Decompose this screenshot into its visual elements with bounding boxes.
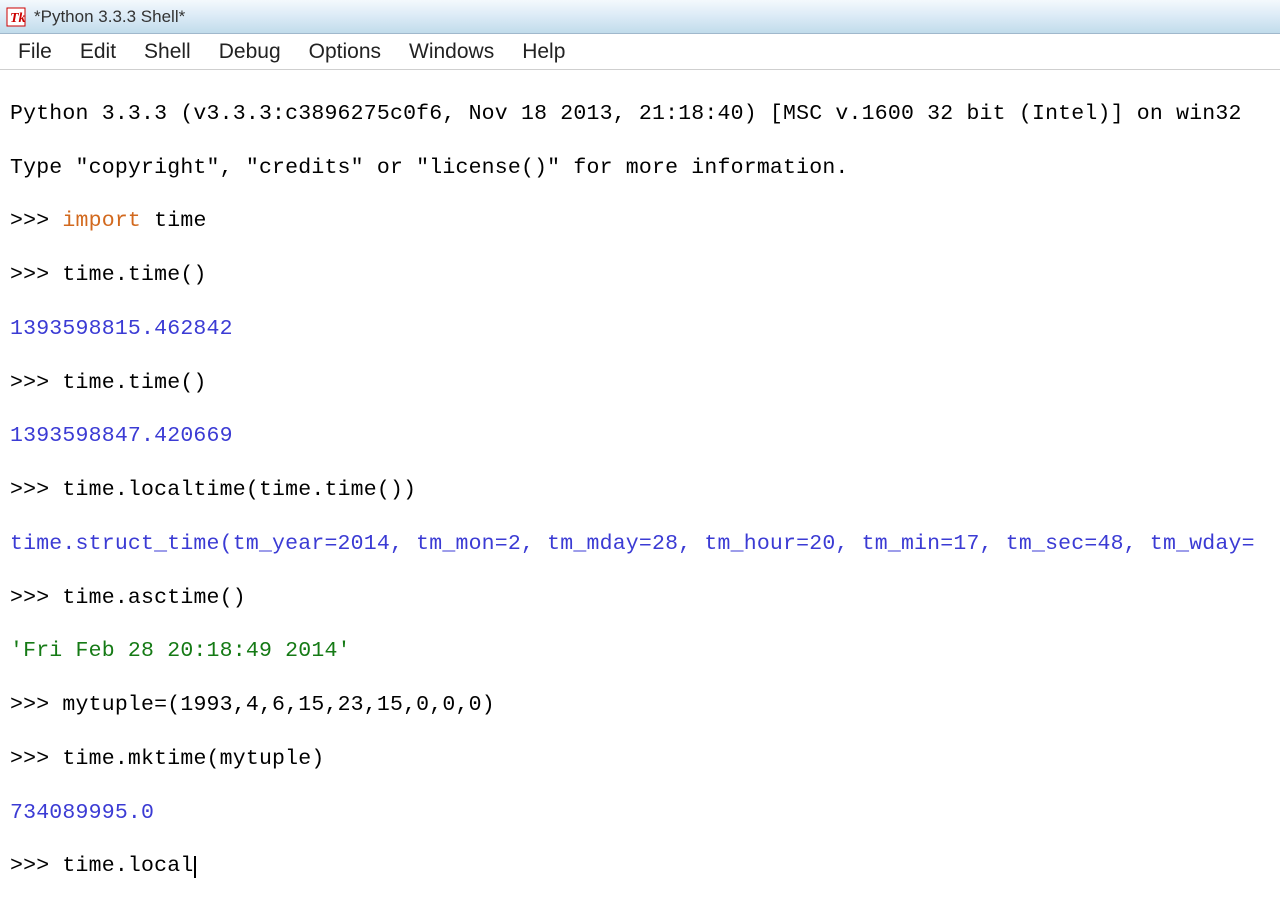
text-cursor — [194, 856, 196, 878]
input-line: >>> mytuple=(1993,4,6,15,23,15,0,0,0) — [10, 692, 1270, 719]
output-number: 734089995.0 — [10, 800, 1270, 827]
app-icon: Tk — [6, 7, 26, 27]
input-line: >>> time.mktime(mytuple) — [10, 746, 1270, 773]
menu-help[interactable]: Help — [508, 36, 579, 68]
code-text: time.mktime(mytuple) — [62, 747, 324, 771]
code-text: time.asctime() — [62, 586, 245, 610]
menu-shell[interactable]: Shell — [130, 36, 205, 68]
code-text: time.local — [62, 854, 193, 878]
menu-edit[interactable]: Edit — [66, 36, 130, 68]
menu-windows[interactable]: Windows — [395, 36, 508, 68]
code-text: time.localtime(time.time()) — [62, 478, 416, 502]
output-struct: time.struct_time(tm_year=2014, tm_mon=2,… — [10, 531, 1270, 558]
input-line: >>> time.time() — [10, 262, 1270, 289]
keyword-import: import — [62, 209, 141, 233]
prompt: >>> — [10, 209, 62, 233]
code-text: time — [141, 209, 207, 233]
prompt: >>> — [10, 854, 62, 878]
prompt: >>> — [10, 747, 62, 771]
menu-options[interactable]: Options — [295, 36, 395, 68]
prompt: >>> — [10, 263, 62, 287]
menubar: File Edit Shell Debug Options Windows He… — [0, 34, 1280, 70]
output-number: 1393598815.462842 — [10, 316, 1270, 343]
prompt: >>> — [10, 586, 62, 610]
input-line: >>> time.localtime(time.time()) — [10, 477, 1270, 504]
banner-line-2: Type "copyright", "credits" or "license(… — [10, 155, 1270, 182]
banner-line-1: Python 3.3.3 (v3.3.3:c3896275c0f6, Nov 1… — [10, 101, 1270, 128]
menu-debug[interactable]: Debug — [205, 36, 295, 68]
input-line: >>> time.asctime() — [10, 585, 1270, 612]
menu-file[interactable]: File — [4, 36, 66, 68]
console-area[interactable]: Python 3.3.3 (v3.3.3:c3896275c0f6, Nov 1… — [0, 70, 1280, 911]
input-line: >>> import time — [10, 208, 1270, 235]
output-string: 'Fri Feb 28 20:18:49 2014' — [10, 638, 1270, 665]
code-text: mytuple=(1993,4,6,15,23,15,0,0,0) — [62, 693, 494, 717]
prompt: >>> — [10, 693, 62, 717]
titlebar: Tk *Python 3.3.3 Shell* — [0, 0, 1280, 34]
prompt: >>> — [10, 371, 62, 395]
input-line: >>> time.time() — [10, 370, 1270, 397]
window-title: *Python 3.3.3 Shell* — [34, 7, 185, 27]
input-line-current[interactable]: >>> time.local — [10, 853, 1270, 880]
output-number: 1393598847.420669 — [10, 423, 1270, 450]
code-text: time.time() — [62, 371, 206, 395]
svg-text:Tk: Tk — [10, 11, 26, 26]
prompt: >>> — [10, 478, 62, 502]
code-text: time.time() — [62, 263, 206, 287]
